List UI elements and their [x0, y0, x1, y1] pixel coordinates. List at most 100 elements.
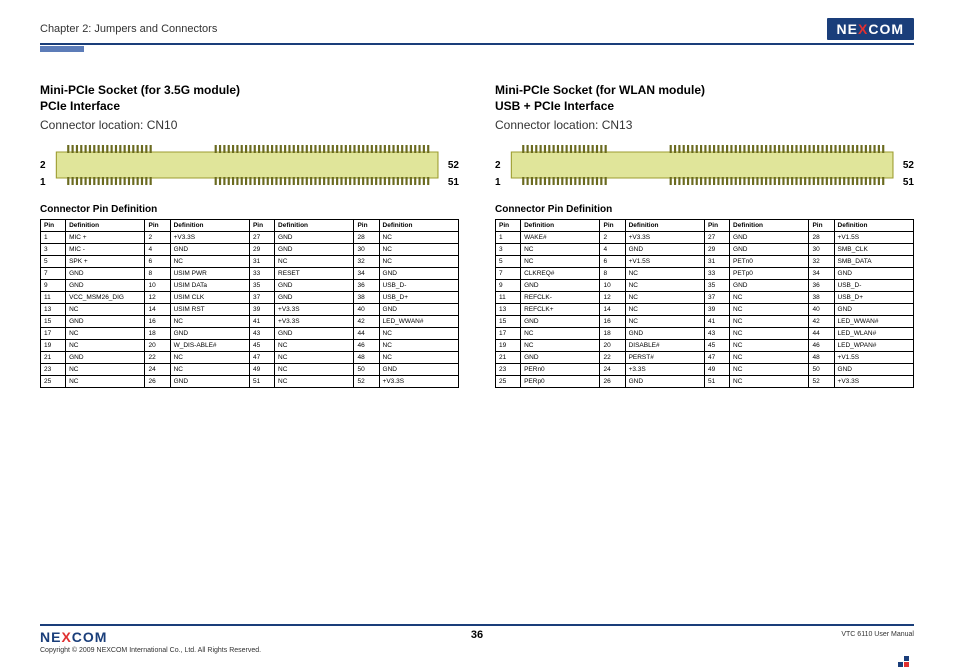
table-cell: NC — [379, 256, 458, 268]
table-cell: 43 — [249, 328, 274, 340]
table-cell: 33 — [249, 268, 274, 280]
table-header: Definition — [275, 220, 354, 232]
table-cell: 11 — [496, 292, 521, 304]
table-cell: GND — [521, 352, 600, 364]
table-cell: 44 — [354, 328, 379, 340]
table-cell: 38 — [809, 292, 834, 304]
table-cell: GND — [379, 304, 458, 316]
table-cell: 2 — [145, 232, 170, 244]
table-cell: 46 — [354, 340, 379, 352]
table-cell: NC — [730, 304, 809, 316]
table-cell: 15 — [496, 316, 521, 328]
table-cell: 13 — [41, 304, 66, 316]
table-cell: 49 — [704, 364, 729, 376]
table-cell: GND — [730, 232, 809, 244]
right-section-title: Mini-PCIe Socket (for WLAN module)USB + … — [495, 82, 914, 114]
table-cell: NC — [66, 376, 145, 388]
table-cell: NC — [730, 352, 809, 364]
table-row: 23NC24NC49NC50GND — [41, 364, 459, 376]
table-cell: SMB_CLK — [834, 244, 913, 256]
table-cell: 47 — [704, 352, 729, 364]
table-row: 7CLKREQ#8NC33PETp034GND — [496, 268, 914, 280]
table-cell: 30 — [809, 244, 834, 256]
table-cell: GND — [730, 280, 809, 292]
table-cell: 29 — [704, 244, 729, 256]
table-cell: USIM RST — [170, 304, 249, 316]
table-cell: NC — [730, 376, 809, 388]
table-cell: NC — [275, 376, 354, 388]
table-cell: GND — [834, 268, 913, 280]
table-row: 3NC4GND29GND30SMB_CLK — [496, 244, 914, 256]
table-cell: 13 — [496, 304, 521, 316]
table-cell: 39 — [249, 304, 274, 316]
pin-label-top-left: 2 — [495, 160, 501, 171]
table-row: 11VCC_MSM26_DIG12USIM CLK37GND38USB_D+ — [41, 292, 459, 304]
table-row: 19NC20DISABLE#45NC46LED_WPAN# — [496, 340, 914, 352]
table-header: Pin — [41, 220, 66, 232]
right-pin-table: PinDefinitionPinDefinitionPinDefinitionP… — [495, 219, 914, 388]
table-cell: NC — [625, 316, 704, 328]
table-cell: MIC - — [66, 244, 145, 256]
table-cell: 34 — [809, 268, 834, 280]
left-connector-location: Connector location: CN10 — [40, 118, 459, 132]
table-cell: NC — [625, 280, 704, 292]
table-cell: 38 — [354, 292, 379, 304]
table-cell: +V1.5S — [625, 256, 704, 268]
table-header: Pin — [704, 220, 729, 232]
table-cell: 49 — [249, 364, 274, 376]
table-cell: 22 — [145, 352, 170, 364]
table-cell: 14 — [600, 304, 625, 316]
table-cell: NC — [66, 340, 145, 352]
table-cell: USB_D- — [834, 280, 913, 292]
table-cell: REFCLK- — [521, 292, 600, 304]
table-cell: USIM PWR — [170, 268, 249, 280]
table-cell: NC — [521, 256, 600, 268]
table-cell: 32 — [354, 256, 379, 268]
table-cell: +V3.3S — [625, 232, 704, 244]
table-cell: USB_D- — [379, 280, 458, 292]
table-cell: 34 — [354, 268, 379, 280]
pin-label-top-left: 2 — [40, 160, 46, 171]
table-row: 25NC26GND51NC52+V3.3S — [41, 376, 459, 388]
table-header: Pin — [809, 220, 834, 232]
pin-label-bot-left: 1 — [40, 177, 46, 188]
table-cell: 6 — [600, 256, 625, 268]
table-row: 21GND22PERST#47NC48+V1.5S — [496, 352, 914, 364]
table-cell: 19 — [41, 340, 66, 352]
table-cell: GND — [834, 364, 913, 376]
table-row: 23PERn024+3.3S49NC50GND — [496, 364, 914, 376]
table-cell: 36 — [809, 280, 834, 292]
table-header: Definition — [521, 220, 600, 232]
main-content: Mini-PCIe Socket (for 3.5G module)PCIe I… — [40, 82, 914, 618]
table-cell: NC — [275, 256, 354, 268]
table-cell: USIM CLK — [170, 292, 249, 304]
table-cell: 24 — [600, 364, 625, 376]
table-cell: 25 — [41, 376, 66, 388]
right-column: Mini-PCIe Socket (for WLAN module)USB + … — [495, 82, 914, 618]
table-cell: NC — [379, 340, 458, 352]
table-cell: 28 — [809, 232, 834, 244]
table-cell: 42 — [809, 316, 834, 328]
table-cell: 15 — [41, 316, 66, 328]
table-cell: 45 — [249, 340, 274, 352]
table-cell: GND — [66, 268, 145, 280]
table-header: Definition — [379, 220, 458, 232]
table-cell: 35 — [704, 280, 729, 292]
table-cell: 5 — [496, 256, 521, 268]
table-cell: 45 — [704, 340, 729, 352]
table-cell: 21 — [41, 352, 66, 364]
table-cell: NC — [66, 364, 145, 376]
table-cell: +V3.3S — [834, 376, 913, 388]
table-cell: 48 — [809, 352, 834, 364]
table-cell: 21 — [496, 352, 521, 364]
table-row: 13REFCLK+14NC39NC40GND — [496, 304, 914, 316]
table-row: 9GND10USIM DATa35GND36USB_D- — [41, 280, 459, 292]
table-cell: NC — [379, 352, 458, 364]
table-cell: NC — [170, 316, 249, 328]
table-cell: NC — [625, 268, 704, 280]
table-cell: VCC_MSM26_DIG — [66, 292, 145, 304]
table-cell: NC — [730, 340, 809, 352]
table-cell: NC — [730, 292, 809, 304]
left-column: Mini-PCIe Socket (for 3.5G module)PCIe I… — [40, 82, 459, 618]
table-cell: GND — [170, 376, 249, 388]
